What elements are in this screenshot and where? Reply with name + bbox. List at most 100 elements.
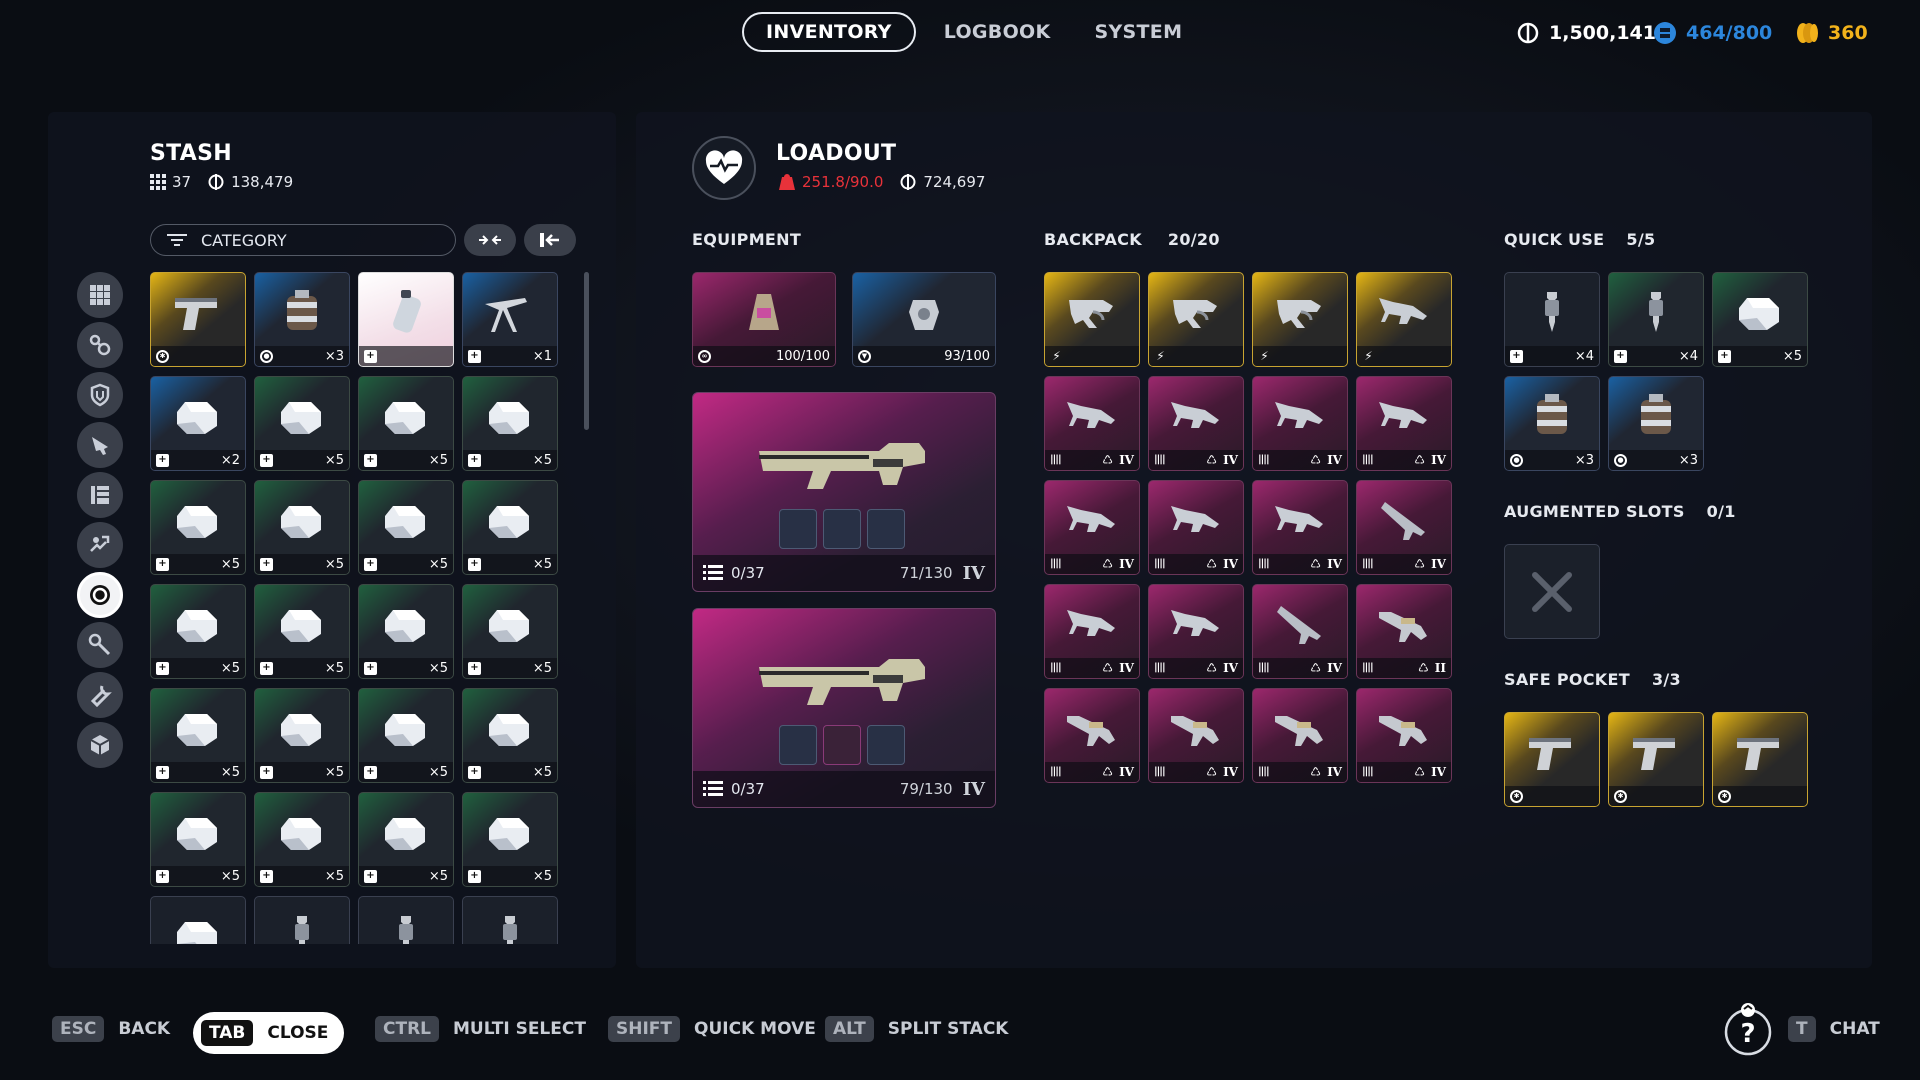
stash-item-13[interactable]: + ×5 [150,584,246,679]
tab-logbook[interactable]: LOGBOOK [922,12,1073,52]
quick-use-slot-5[interactable]: ● ×3 [1608,376,1704,471]
backpack-slot-7[interactable]: |||| ♺ IV [1252,376,1348,471]
category-all[interactable] [77,272,123,318]
stash-item-23[interactable]: + ×5 [358,792,454,887]
stash-item-12[interactable]: + ×5 [462,480,558,575]
stash-item-28[interactable] [462,896,558,944]
backpack-slot-19[interactable]: |||| ♺ IV [1252,688,1348,783]
augmented-slot-empty[interactable] [1504,544,1600,639]
weapon2-attachment-3[interactable] [867,725,905,765]
stash-item-2[interactable]: ● ×3 [254,272,350,367]
category-weapons[interactable] [77,422,123,468]
stash-item-18[interactable]: + ×5 [254,688,350,783]
quick-use-slot-4[interactable]: ● ×3 [1504,376,1600,471]
backpack-slot-1[interactable]: ⚡ [1044,272,1140,367]
help-button[interactable]: ? [1724,1000,1772,1056]
backpack-slot-2[interactable]: ⚡ [1148,272,1244,367]
weapon-slot-2[interactable]: 0/37 79/130 IV [692,608,996,808]
stash-item-8[interactable]: + ×5 [462,376,558,471]
category-quick-use[interactable] [77,572,123,618]
stash-item-6[interactable]: + ×5 [254,376,350,471]
category-blueprints[interactable] [77,472,123,518]
transfer-all-button[interactable] [524,224,576,256]
category-misc[interactable] [77,722,123,768]
hint-multi-select[interactable]: CTRL MULTI SELECT [375,1016,586,1042]
safe-pocket-slot-3[interactable]: ✱ [1712,712,1808,807]
safe-pocket-slot-1[interactable]: ✱ [1504,712,1600,807]
weapon1-attachment-1[interactable] [779,509,817,549]
ammo-bars-icon: |||| [1362,766,1374,777]
stash-item-26[interactable] [254,896,350,944]
quick-use-slot-2[interactable]: + ×4 [1608,272,1704,367]
stash-item-9[interactable]: + ×5 [150,480,246,575]
stash-scrollbar[interactable] [584,272,589,430]
backpack-slot-3[interactable]: ⚡ [1252,272,1348,367]
category-shields[interactable] [77,372,123,418]
grenade-icon [273,290,331,334]
stash-item-3[interactable]: + [358,272,454,367]
stash-item-19[interactable]: + ×5 [358,688,454,783]
backpack-slot-15[interactable]: |||| ♺ IV [1252,584,1348,679]
consumable-badge-icon: + [364,557,377,571]
safe-pocket-slot-2[interactable]: ✱ [1608,712,1704,807]
equipment-slot-2[interactable]: ▼ 93/100 [852,272,996,367]
backpack-slot-9[interactable]: |||| ♺ IV [1044,480,1140,575]
tile-quantity: ×5 [324,660,344,676]
backpack-slot-12[interactable]: |||| ♺ IV [1356,480,1452,575]
tile-footer: + ×5 [255,762,349,782]
hint-close[interactable]: TAB CLOSE [193,1012,345,1054]
stash-item-21[interactable]: + ×5 [150,792,246,887]
quick-use-slot-3[interactable]: + ×5 [1712,272,1808,367]
tile-tier: IV [1327,557,1342,571]
tab-system[interactable]: SYSTEM [1073,12,1205,52]
stash-item-14[interactable]: + ×5 [254,584,350,679]
hint-quick-move[interactable]: SHIFT QUICK MOVE [608,1016,816,1042]
stash-item-20[interactable]: + ×5 [462,688,558,783]
stash-item-5[interactable]: + ×2 [150,376,246,471]
key-t: T [1788,1016,1816,1042]
backpack-slot-16[interactable]: |||| ♺ II [1356,584,1452,679]
backpack-slot-17[interactable]: |||| ♺ IV [1044,688,1140,783]
stash-item-4[interactable]: + ×1 [462,272,558,367]
equipment-slot-1[interactable]: ∞ 100/100 [692,272,836,367]
weapon2-attachment-1[interactable] [779,725,817,765]
backpack-slot-8[interactable]: |||| ♺ IV [1356,376,1452,471]
weapon2-attachment-2[interactable] [823,725,861,765]
stash-item-17[interactable]: + ×5 [150,688,246,783]
backpack-slot-20[interactable]: |||| ♺ IV [1356,688,1452,783]
backpack-slot-18[interactable]: |||| ♺ IV [1148,688,1244,783]
stash-item-1[interactable]: ✱ [150,272,246,367]
category-filter[interactable]: CATEGORY [150,224,456,256]
collapse-button[interactable] [464,224,516,256]
backpack-slot-14[interactable]: |||| ♺ IV [1148,584,1244,679]
weapon1-attachment-3[interactable] [867,509,905,549]
stash-item-10[interactable]: + ×5 [254,480,350,575]
backpack-slot-6[interactable]: |||| ♺ IV [1148,376,1244,471]
stash-item-25[interactable] [150,896,246,944]
category-keys[interactable] [77,622,123,668]
weapon1-attachment-2[interactable] [823,509,861,549]
backpack-slot-11[interactable]: |||| ♺ IV [1252,480,1348,575]
backpack-slot-5[interactable]: |||| ♺ IV [1044,376,1140,471]
hint-back[interactable]: ESC BACK [52,1016,170,1042]
stash-item-15[interactable]: + ×5 [358,584,454,679]
stash-item-22[interactable]: + ×5 [254,792,350,887]
backpack-slot-4[interactable]: ⚡ [1356,272,1452,367]
backpack-slot-13[interactable]: |||| ♺ IV [1044,584,1140,679]
tile-footer: + ×5 [359,450,453,470]
backpack-slot-10[interactable]: |||| ♺ IV [1148,480,1244,575]
stash-item-24[interactable]: + ×5 [462,792,558,887]
category-mods[interactable] [77,522,123,568]
category-tools[interactable] [77,672,123,718]
hint-chat[interactable]: T CHAT [1788,1016,1880,1042]
weapon-slot-1[interactable]: 0/37 71/130 IV [692,392,996,592]
tile-tier: IV [1431,765,1446,779]
stash-item-27[interactable] [358,896,454,944]
stash-item-11[interactable]: + ×5 [358,480,454,575]
stash-item-16[interactable]: + ×5 [462,584,558,679]
tab-inventory[interactable]: INVENTORY [742,12,916,52]
quick-use-slot-1[interactable]: + ×4 [1504,272,1600,367]
stash-item-7[interactable]: + ×5 [358,376,454,471]
category-materials[interactable] [77,322,123,368]
hint-split-stack[interactable]: ALT SPLIT STACK [825,1016,1008,1042]
